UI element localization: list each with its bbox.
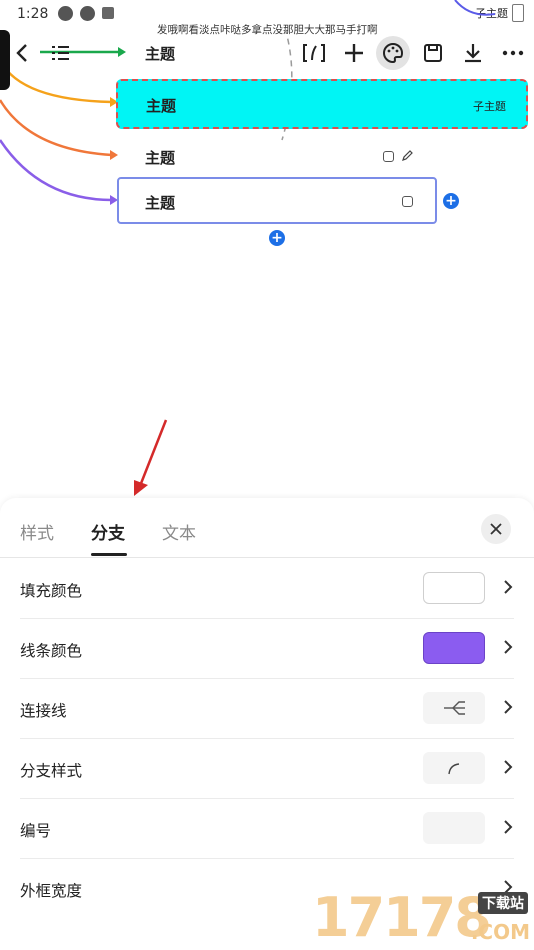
back-icon[interactable]: [5, 36, 39, 70]
tab-style[interactable]: 样式: [20, 519, 54, 544]
topic-node-selected[interactable]: 主题 子主题: [116, 79, 528, 129]
row-fill-color[interactable]: 填充颜色: [20, 558, 514, 619]
connector-arrow-3: [110, 150, 118, 160]
row-label: 填充颜色: [20, 582, 83, 600]
note-icon[interactable]: [383, 151, 394, 162]
palette-icon[interactable]: [376, 36, 410, 70]
tab-text[interactable]: 文本: [162, 519, 196, 544]
numbering-preview[interactable]: [423, 812, 485, 844]
outline-list-icon[interactable]: [43, 36, 77, 70]
tab-branch[interactable]: 分支: [91, 519, 125, 544]
top-toolbar: [0, 34, 534, 74]
watermark-suffix: .COM: [470, 920, 530, 944]
chevron-right-icon: [504, 700, 513, 714]
curve-icon: [448, 763, 460, 775]
add-sibling-button[interactable]: +: [443, 193, 459, 209]
row-connector[interactable]: 连接线: [20, 678, 514, 739]
connector-preview[interactable]: [423, 692, 485, 724]
topic-label: 主题: [145, 45, 176, 63]
comment-icon[interactable]: [402, 196, 413, 207]
annotation-arrowhead: [134, 480, 148, 496]
more-icon[interactable]: [496, 36, 530, 70]
edit-icon[interactable]: [400, 149, 414, 163]
site-watermark: 17178 下载站 .COM: [312, 888, 534, 950]
row-label: 编号: [20, 822, 52, 840]
add-icon[interactable]: [337, 36, 371, 70]
row-label: 分支样式: [20, 762, 83, 780]
chevron-right-icon: [504, 580, 513, 594]
line-color-swatch[interactable]: [423, 632, 485, 664]
sheet-tabs: 样式 分支 文本: [0, 498, 534, 558]
style-bottom-sheet: 样式 分支 文本 填充颜色 线条颜色 连接线 分支样式 编号 外框宽度: [0, 498, 534, 950]
branch-style-preview[interactable]: [423, 752, 485, 784]
topic-node-editing[interactable]: 主题: [117, 177, 437, 224]
connector-icon: [444, 701, 465, 715]
connector-line-top-right: [454, 0, 496, 16]
fill-color-swatch[interactable]: [423, 572, 485, 604]
topic-node-3[interactable]: 主题: [145, 147, 175, 168]
chevron-right-icon: [504, 820, 513, 834]
topic-node-1[interactable]: 主题: [145, 43, 175, 64]
connector-line-4: [0, 139, 113, 202]
chevron-right-icon: [504, 640, 513, 654]
topic-label: 主题: [145, 149, 176, 167]
topic-label: 主题: [145, 194, 176, 212]
formula-icon[interactable]: [297, 36, 331, 70]
row-line-color[interactable]: 线条颜色: [20, 618, 514, 679]
watermark-tag: 下载站: [478, 892, 528, 914]
row-label: 外框宽度: [20, 882, 83, 900]
connector-line-3: [0, 99, 113, 157]
row-label: 线条颜色: [20, 642, 83, 660]
close-icon: [490, 523, 502, 535]
row-numbering[interactable]: 编号: [20, 798, 514, 859]
subtopic-label[interactable]: 子主题: [473, 98, 506, 114]
download-icon[interactable]: [456, 36, 490, 70]
watermark-number: 17178: [312, 886, 492, 949]
chevron-right-icon: [504, 760, 513, 774]
add-child-button[interactable]: +: [269, 230, 285, 246]
row-label: 连接线: [20, 702, 67, 720]
close-button[interactable]: [481, 514, 511, 544]
topic-label: 主题: [146, 97, 177, 115]
save-icon[interactable]: [416, 36, 450, 70]
active-tab-indicator: [91, 553, 127, 556]
row-branch-style[interactable]: 分支样式: [20, 738, 514, 799]
